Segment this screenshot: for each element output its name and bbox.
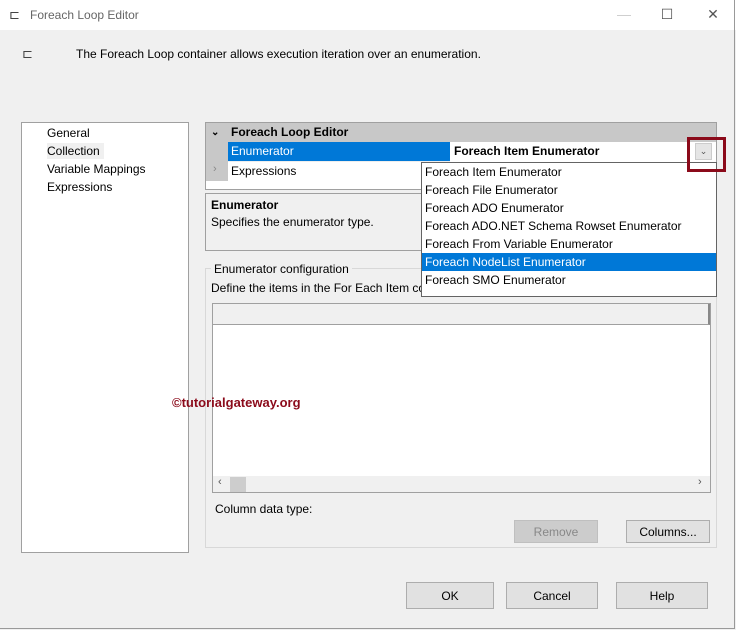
scroll-left-icon[interactable]: ‹ bbox=[218, 476, 222, 488]
ok-button[interactable]: OK bbox=[406, 582, 494, 609]
title-bar: ⊏ Foreach Loop Editor — ☐ ✕ bbox=[0, 0, 736, 30]
dropdown-option[interactable]: Foreach From Variable Enumerator bbox=[422, 235, 716, 253]
horizontal-scrollbar[interactable]: ‹ › bbox=[213, 476, 710, 492]
description-text: Specifies the enumerator type. bbox=[211, 215, 374, 229]
close-button[interactable]: ✕ bbox=[703, 6, 723, 23]
category-label: Foreach Loop Editor bbox=[231, 125, 349, 139]
grid-header bbox=[213, 304, 710, 325]
chevron-right-icon[interactable]: › bbox=[213, 163, 217, 175]
property-category[interactable]: ⌄ Foreach Loop Editor bbox=[206, 123, 716, 142]
watermark: ©tutorialgateway.org bbox=[172, 395, 301, 410]
nav-item-collection[interactable]: Collection bbox=[47, 143, 104, 159]
enumerator-value[interactable]: Foreach Item Enumerator bbox=[450, 142, 690, 161]
nav-item-general[interactable]: General bbox=[47, 125, 90, 141]
nav-panel: General Collection Variable Mappings Exp… bbox=[21, 122, 189, 553]
grid-gutter: › bbox=[206, 142, 228, 181]
cancel-button[interactable]: Cancel bbox=[506, 582, 598, 609]
chevron-down-icon[interactable]: ⌄ bbox=[211, 123, 219, 142]
dropdown-option[interactable]: Foreach File Enumerator bbox=[422, 181, 716, 199]
group-legend: Enumerator configuration bbox=[211, 262, 352, 276]
dropdown-option[interactable]: Foreach ADO Enumerator bbox=[422, 199, 716, 217]
scroll-thumb[interactable] bbox=[230, 477, 246, 492]
header-description: The Foreach Loop container allows execut… bbox=[76, 47, 481, 61]
enumerator-label[interactable]: Enumerator bbox=[228, 142, 450, 161]
enumerator-dropdown-list[interactable]: Foreach Item Enumerator Foreach File Enu… bbox=[421, 162, 717, 297]
minimize-button[interactable]: — bbox=[614, 6, 634, 22]
highlight-box bbox=[687, 137, 726, 172]
expressions-label[interactable]: Expressions bbox=[228, 161, 450, 180]
description-title: Enumerator bbox=[211, 198, 279, 212]
dropdown-option[interactable]: Foreach ADO.NET Schema Rowset Enumerator bbox=[422, 217, 716, 235]
columns-button[interactable]: Columns... bbox=[626, 520, 710, 543]
app-icon: ⊏ bbox=[9, 7, 20, 22]
maximize-button[interactable]: ☐ bbox=[657, 6, 677, 23]
dropdown-option-highlighted[interactable]: Foreach NodeList Enumerator bbox=[422, 253, 716, 271]
scroll-right-icon[interactable]: › bbox=[698, 476, 702, 488]
column-data-type-label: Column data type: bbox=[215, 502, 313, 516]
dropdown-option[interactable]: Foreach Item Enumerator bbox=[422, 163, 716, 181]
define-items-text: Define the items in the For Each Item co bbox=[211, 281, 426, 295]
window-title: Foreach Loop Editor bbox=[30, 8, 139, 22]
nav-item-expressions[interactable]: Expressions bbox=[47, 179, 112, 195]
remove-button[interactable]: Remove bbox=[514, 520, 598, 543]
dropdown-option[interactable]: Foreach SMO Enumerator bbox=[422, 271, 716, 289]
nav-item-variable-mappings[interactable]: Variable Mappings bbox=[47, 161, 146, 177]
help-button[interactable]: Help bbox=[616, 582, 708, 609]
container-icon: ⊏ bbox=[22, 46, 33, 61]
